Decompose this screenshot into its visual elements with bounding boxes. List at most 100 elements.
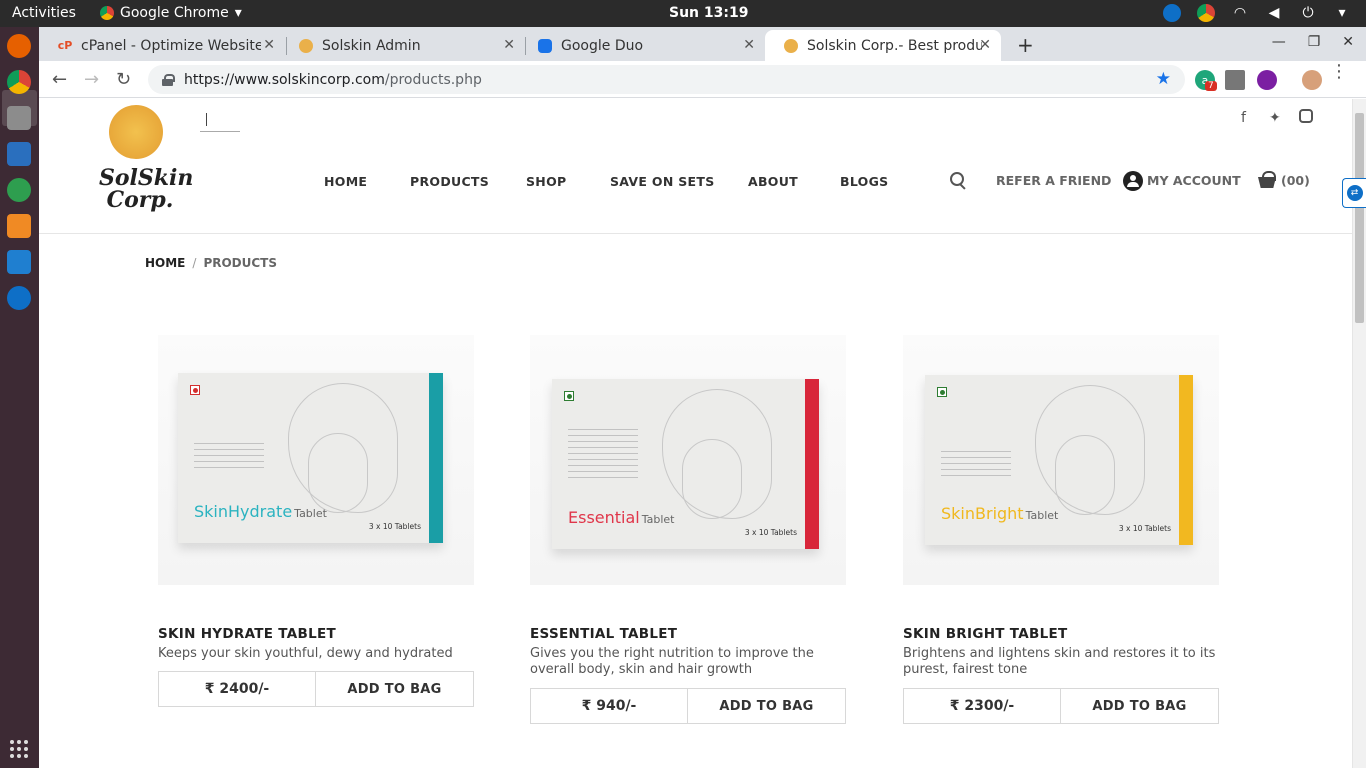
close-icon[interactable]: ✕ — [743, 37, 755, 53]
tab-title: Solskin Corp.- Best products — [807, 37, 982, 54]
box-quantity: 3 x 10 Tablets — [1118, 524, 1171, 533]
site-logo[interactable]: SolSkin Corp. — [99, 105, 194, 221]
product-price: ₹ 2300/- — [904, 689, 1061, 723]
app-menu[interactable]: Google Chrome ▾ — [100, 5, 242, 21]
bookmark-star-icon[interactable]: ★ — [1156, 69, 1171, 89]
back-arrow-icon[interactable]: ← — [52, 69, 67, 90]
product-box: SkinHydrate Tablet 3 x 10 Tablets — [178, 373, 443, 543]
product-actions: ₹ 940/- ADD TO BAG — [530, 688, 846, 724]
product-name[interactable]: SKIN HYDRATE TABLET — [158, 626, 336, 642]
site-search-input[interactable] — [200, 112, 240, 132]
activities-button[interactable]: Activities — [12, 5, 76, 21]
my-account-link[interactable]: MY ACCOUNT — [1147, 173, 1241, 188]
launcher-dock — [0, 27, 39, 768]
product-actions: ₹ 2400/- ADD TO BAG — [158, 671, 474, 707]
power-icon[interactable]: ⏻ — [1298, 3, 1318, 23]
restore-icon[interactable]: ❐ — [1308, 34, 1321, 50]
product-box: Essential Tablet 3 x 10 Tablets — [552, 379, 819, 549]
more-menu-icon[interactable]: ⋮ — [1330, 63, 1348, 81]
forward-arrow-icon[interactable]: → — [84, 69, 99, 90]
account-icon[interactable] — [1123, 171, 1143, 191]
box-stripe — [805, 379, 819, 549]
extension-badge: 7 — [1205, 81, 1217, 91]
extension-icon-2[interactable] — [1257, 70, 1277, 90]
close-icon[interactable]: ✕ — [503, 37, 515, 53]
breadcrumb-current: PRODUCTS — [203, 256, 278, 270]
search-icon[interactable] — [949, 171, 967, 189]
product-box: SkinBright Tablet 3 x 10 Tablets — [925, 375, 1193, 545]
product-image[interactable]: SkinHydrate Tablet 3 x 10 Tablets — [158, 335, 474, 585]
firefox-icon[interactable] — [7, 34, 31, 58]
tab-title: Google Duo — [561, 37, 644, 54]
instagram-icon[interactable] — [1299, 109, 1313, 123]
tab-cpanel[interactable]: cP cPanel - Optimize Website ✕ — [39, 30, 285, 61]
document-icon[interactable] — [7, 142, 31, 166]
add-to-bag-button[interactable]: ADD TO BAG — [1061, 689, 1218, 723]
nav-about[interactable]: ABOUT — [748, 174, 798, 189]
box-quantity: 3 x 10 Tablets — [744, 528, 797, 537]
system-tray: ◠ ◀ ⏻ ▾ — [1162, 3, 1352, 23]
nav-blogs[interactable]: BLOGS — [840, 174, 888, 189]
product-image[interactable]: SkinBright Tablet 3 x 10 Tablets — [903, 335, 1219, 585]
chevron-down-icon[interactable]: ▾ — [1332, 3, 1352, 23]
twitter-icon[interactable]: ✦ — [1269, 110, 1281, 126]
product-image[interactable]: Essential Tablet 3 x 10 Tablets — [530, 335, 846, 585]
reload-icon[interactable]: ↻ — [116, 69, 131, 90]
nav-products[interactable]: PRODUCTS — [410, 174, 489, 189]
minimize-icon[interactable]: — — [1272, 34, 1286, 50]
facebook-icon[interactable]: f — [1241, 110, 1246, 126]
veg-mark-icon — [564, 391, 574, 401]
close-icon[interactable]: ✕ — [979, 37, 991, 53]
app-name: Google Chrome — [120, 5, 229, 21]
product-name[interactable]: ESSENTIAL TABLET — [530, 626, 677, 642]
tab-google-duo[interactable]: Google Duo ✕ — [519, 30, 765, 61]
cpanel-icon: cP — [57, 39, 73, 52]
files-icon[interactable] — [7, 106, 31, 130]
header-divider — [39, 233, 1352, 234]
teamviewer-icon[interactable] — [1162, 3, 1182, 23]
lock-icon[interactable] — [162, 73, 175, 86]
breadcrumb-home[interactable]: HOME — [145, 256, 185, 270]
logo-text: SolSkin Corp. — [99, 165, 194, 213]
nav-save-on-sets[interactable]: SAVE ON SETS — [610, 174, 715, 189]
cart-count[interactable]: (00) — [1281, 173, 1310, 188]
veg-mark-icon — [190, 385, 200, 395]
globe-icon[interactable] — [7, 178, 31, 202]
teamviewer-icon: ⇄ — [1346, 185, 1363, 201]
wifi-icon[interactable]: ◠ — [1230, 3, 1250, 23]
bookmark-manager-icon[interactable] — [1225, 70, 1245, 90]
veg-mark-icon — [937, 387, 947, 397]
chevron-down-icon: ▾ — [234, 5, 242, 21]
profile-avatar[interactable] — [1302, 70, 1322, 90]
show-apps-icon[interactable] — [10, 740, 28, 758]
close-window-icon[interactable]: ✕ — [1342, 34, 1354, 50]
breadcrumb-separator: / — [192, 256, 197, 270]
refer-a-friend-link[interactable]: REFER A FRIEND — [996, 173, 1111, 188]
solskin-favicon — [783, 38, 799, 54]
url-path: /products.php — [384, 71, 482, 88]
add-to-bag-button[interactable]: ADD TO BAG — [316, 672, 473, 706]
browser-toolbar: ← → ↻ https://www.solskincorp.com/produc… — [39, 61, 1366, 98]
nav-shop[interactable]: SHOP — [526, 174, 566, 189]
tab-solskin-admin[interactable]: Solskin Admin ✕ — [280, 30, 525, 61]
chrome-tray-icon[interactable] — [1196, 3, 1216, 23]
vscode-icon[interactable] — [7, 250, 31, 274]
box-stripe — [1179, 375, 1193, 545]
scrollbar-thumb[interactable] — [1355, 113, 1364, 323]
cart-icon[interactable] — [1257, 171, 1277, 191]
box-quantity: 3 x 10 Tablets — [368, 522, 421, 531]
sublime-icon[interactable] — [7, 214, 31, 238]
teamviewer-side-tab[interactable]: ⇄ — [1342, 178, 1366, 208]
address-bar[interactable]: https://www.solskincorp.com/products.php… — [148, 65, 1185, 94]
tab-solskin-products[interactable]: Solskin Corp.- Best products ✕ — [765, 30, 1001, 61]
teamviewer-dock-icon[interactable] — [7, 286, 31, 310]
product-name[interactable]: SKIN BRIGHT TABLET — [903, 626, 1068, 642]
clock[interactable]: Sun 13:19 — [669, 5, 748, 21]
nav-home[interactable]: HOME — [324, 174, 367, 189]
chrome-dock-icon[interactable] — [7, 70, 31, 94]
close-icon[interactable]: ✕ — [263, 37, 275, 53]
product-description: Gives you the right nutrition to improve… — [530, 646, 814, 677]
add-to-bag-button[interactable]: ADD TO BAG — [688, 689, 845, 723]
volume-icon[interactable]: ◀ — [1264, 3, 1284, 23]
new-tab-button[interactable]: + — [1017, 33, 1034, 57]
